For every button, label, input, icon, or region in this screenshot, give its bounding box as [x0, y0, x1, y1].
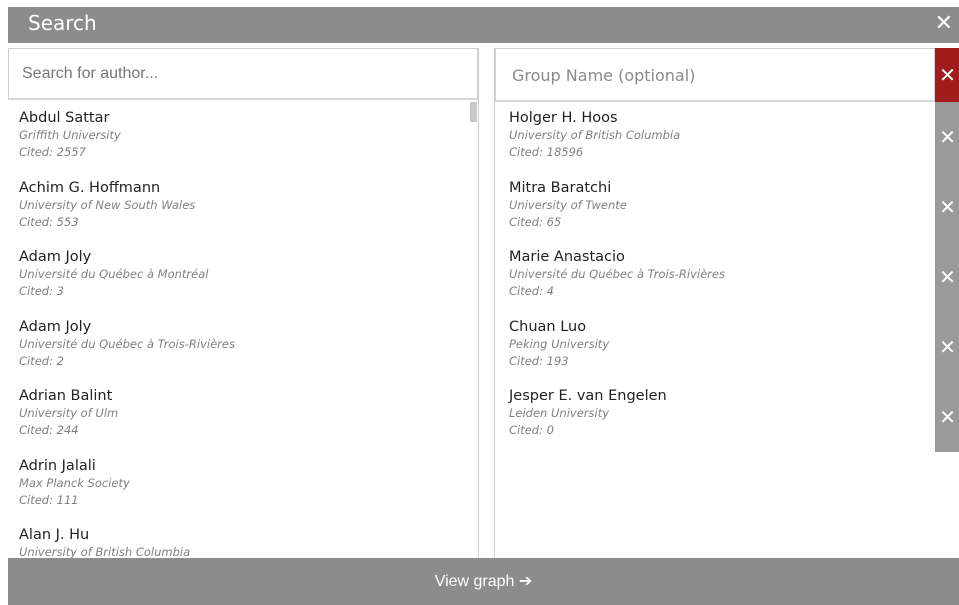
author-affiliation: University of Twente	[509, 197, 627, 212]
selected-authors-list: Holger H. Hoos University of British Col…	[509, 109, 929, 457]
author-citations: Cited: 65	[509, 214, 562, 229]
author-name: Alan J. Hu	[19, 527, 90, 543]
author-name: Adam Joly	[19, 249, 92, 265]
author-result-item[interactable]: Adrian Balint University of Ulm Cited: 2…	[19, 387, 459, 457]
selected-authors-panel: ✕ ✕ ✕ ✕ ✕ ✕ Holger H. Hoos University of…	[494, 48, 959, 558]
author-citations: Cited: 2	[19, 353, 64, 368]
remove-author-button[interactable]: ✕	[935, 172, 959, 242]
remove-buttons-column: ✕ ✕ ✕ ✕ ✕	[935, 102, 959, 452]
author-result-item[interactable]: Adam Joly Université du Québec à Trois-R…	[19, 318, 459, 388]
selected-author-item: Mitra Baratchi University of Twente Cite…	[509, 179, 929, 249]
author-citations: Cited: 111	[19, 492, 79, 507]
author-name: Adrian Balint	[19, 388, 113, 404]
author-name: Mitra Baratchi	[509, 179, 612, 196]
author-affiliation: Université du Québec à Montréal	[19, 267, 209, 281]
author-name: Chuan Luo	[509, 318, 587, 335]
author-name: Achim G. Hoffmann	[19, 179, 161, 196]
view-graph-button[interactable]: View graph ➔	[8, 558, 959, 605]
author-name: Holger H. Hoos	[509, 110, 618, 126]
author-citations: Cited: 2557	[19, 145, 86, 159]
author-name: Abdul Sattar	[19, 110, 110, 126]
group-name-input[interactable]	[510, 49, 914, 101]
selected-author-item: Chuan Luo Peking University Cited: 193	[509, 318, 929, 388]
author-result-item[interactable]: Achim G. Hoffmann University of New Sout…	[19, 179, 459, 249]
results-scrollbar[interactable]	[470, 102, 477, 122]
author-affiliation: University of New South Wales	[19, 197, 196, 212]
clear-group-button[interactable]: ✕	[935, 48, 959, 102]
author-name: Marie Anastacio	[509, 249, 625, 265]
author-citations: Cited: 244	[19, 423, 79, 437]
author-name: Adrin Jalali	[19, 457, 96, 474]
search-dialog-header: Search ✕	[8, 7, 959, 43]
author-name: Jesper E. van Engelen	[509, 388, 667, 404]
author-citations: Cited: 4	[509, 284, 554, 298]
author-citations: Cited: 18596	[509, 145, 584, 159]
selected-author-item: Marie Anastacio Université du Québec à T…	[509, 248, 929, 318]
author-citations: Cited: 553	[19, 214, 79, 229]
author-result-item[interactable]: Abdul Sattar Griffith University Cited: …	[19, 109, 459, 179]
author-search-input[interactable]	[20, 49, 454, 99]
author-affiliation: University of British Columbia	[19, 545, 191, 558]
remove-author-button[interactable]: ✕	[935, 102, 959, 172]
remove-author-button[interactable]: ✕	[935, 382, 959, 452]
author-citations: Cited: 193	[509, 353, 569, 368]
author-affiliation: Griffith University	[19, 128, 121, 142]
dialog-title: Search	[28, 11, 97, 35]
author-results-list: Abdul Sattar Griffith University Cited: …	[19, 109, 459, 558]
remove-author-button[interactable]: ✕	[935, 312, 959, 382]
author-affiliation: Université du Québec à Trois-Rivières	[19, 336, 235, 351]
author-search-box[interactable]	[8, 48, 478, 100]
author-result-item[interactable]: Adam Joly Université du Québec à Montréa…	[19, 248, 459, 318]
group-name-box[interactable]	[495, 48, 935, 102]
author-affiliation: Peking University	[509, 336, 610, 351]
author-result-item[interactable]: Adrin Jalali Max Planck Society Cited: 1…	[19, 457, 459, 527]
author-affiliation: Leiden University	[509, 406, 610, 420]
author-name: Adam Joly	[19, 318, 92, 335]
author-citations: Cited: 0	[509, 423, 554, 437]
author-affiliation: Max Planck Society	[19, 475, 130, 490]
author-affiliation: Université du Québec à Trois-Rivières	[509, 267, 725, 281]
author-result-item[interactable]: Alan J. Hu University of British Columbi…	[19, 526, 459, 558]
author-affiliation: University of British Columbia	[509, 128, 681, 142]
author-search-panel: Abdul Sattar Griffith University Cited: …	[8, 48, 479, 558]
author-affiliation: University of Ulm	[19, 406, 119, 420]
remove-author-button[interactable]: ✕	[935, 242, 959, 312]
selected-author-item: Jesper E. van Engelen Leiden University …	[509, 387, 929, 457]
author-citations: Cited: 3	[19, 284, 64, 298]
selected-author-item: Holger H. Hoos University of British Col…	[509, 109, 929, 179]
close-icon[interactable]: ✕	[935, 11, 953, 36]
